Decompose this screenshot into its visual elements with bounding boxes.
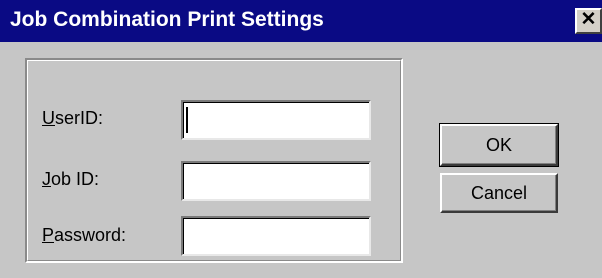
password-input[interactable] — [181, 216, 371, 256]
userid-label-text: serID: — [55, 108, 104, 128]
userid-input[interactable] — [181, 100, 371, 140]
password-label: Password: — [42, 225, 126, 246]
jobid-label: Job ID: — [42, 169, 99, 190]
dialog-window: Job Combination Print Settings ✕ UserID:… — [0, 0, 602, 278]
userid-label: UserID: — [42, 108, 103, 129]
jobid-input[interactable] — [181, 161, 371, 201]
cancel-button[interactable]: Cancel — [440, 173, 558, 213]
jobid-label-text: ob ID: — [51, 169, 100, 189]
ok-button[interactable]: OK — [439, 123, 559, 167]
close-icon: ✕ — [580, 9, 597, 30]
password-label-text: assword: — [54, 225, 127, 245]
jobid-label-mnemonic: J — [42, 169, 51, 189]
text-caret — [186, 107, 188, 133]
password-label-mnemonic: P — [42, 225, 55, 245]
userid-label-mnemonic: U — [42, 108, 55, 128]
title-bar[interactable]: Job Combination Print Settings ✕ — [0, 0, 602, 42]
close-button[interactable]: ✕ — [575, 8, 602, 34]
window-title: Job Combination Print Settings — [10, 8, 324, 31]
